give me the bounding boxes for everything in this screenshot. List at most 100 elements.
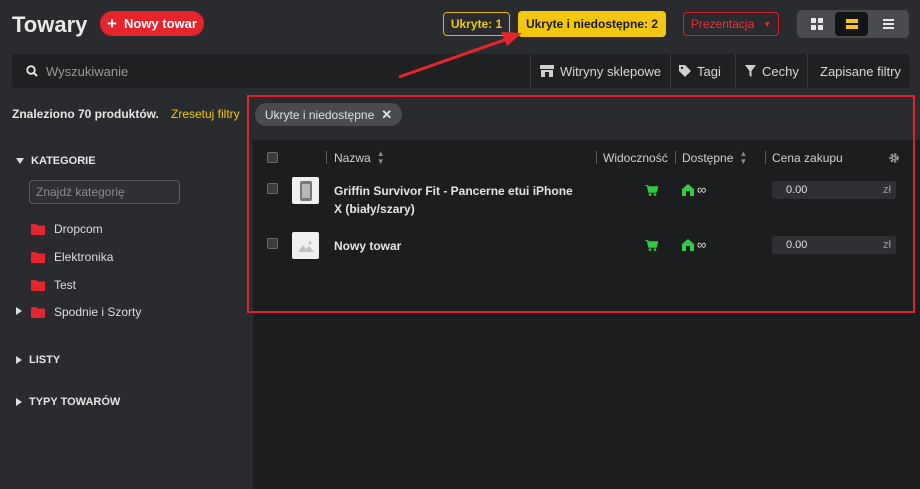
price-value: 0.00 [786,184,808,196]
availability-cell: ∞ [682,237,706,252]
tags-filter-label: Tagi [697,63,721,79]
chevron-right-icon [16,356,22,364]
sidebar-category-test[interactable]: Test [31,278,76,292]
folder-icon [31,251,45,263]
category-label: Dropcom [54,222,103,236]
category-label: Test [54,278,77,292]
product-name-link[interactable]: Nowy towar [334,237,584,255]
column-settings-button[interactable] [888,145,900,170]
toolbar-divider [735,54,736,88]
store-icon [540,65,554,77]
image-placeholder-icon [297,241,314,252]
new-product-label: Nowy towar [123,16,197,31]
presentation-label: Prezentacja [690,17,755,31]
sidebar-category-spodnie[interactable]: Spodnie i Szorty [31,305,141,319]
warehouse-icon [682,183,694,196]
presentation-dropdown[interactable]: Prezentacja ▼ [683,12,779,36]
tag-icon [679,65,691,77]
search-input[interactable] [46,63,506,79]
search-icon [26,65,38,77]
product-thumbnail[interactable] [292,177,319,204]
sort-icon: ▲ ▼ [376,148,385,166]
new-product-button[interactable]: + Nowy towar [100,11,204,36]
chevron-down-icon [16,158,24,164]
saved-filters-button[interactable]: Zapisane filtry [820,54,901,88]
sidebar-category-elektronika[interactable]: Elektronika [31,250,113,264]
caret-down-icon: ▼ [763,19,772,29]
gear-icon [889,152,899,163]
filter-funnel-icon [745,65,756,77]
category-search-input[interactable] [29,180,180,204]
column-header-name[interactable]: Nazwa ▲ ▼ [334,145,385,170]
search-box [12,54,532,88]
stores-filter-label: Witryny sklepowe [560,63,662,79]
product-name-link[interactable]: Griffin Survivor Fit - Pancerne etui iPh… [334,182,584,218]
categories-section-toggle[interactable]: KATEGORIE [16,155,96,167]
currency-label: zł [883,239,891,251]
remove-filter-icon[interactable]: ✕ [381,107,392,123]
grid-view-icon [810,18,823,30]
active-filter-chip: Ukryte i niedostępne ✕ [255,103,402,126]
cart-visible-icon [645,240,658,251]
lists-section-toggle[interactable]: LISTY [16,354,60,366]
folder-icon [31,223,45,235]
sidebar-category-dropcom[interactable]: Dropcom [31,222,103,236]
category-label: Elektronika [54,250,114,264]
toolbar-divider [530,54,531,88]
page-title: Towary [12,12,88,37]
table-header: Nazwa ▲ ▼ Widoczność Dostępne ▲ ▼ Cena zak… [253,145,910,170]
sidebar: KATEGORIE Dropcom Elektronika Test Spodn… [0,140,253,489]
product-types-section-toggle[interactable]: TYPY TOWARÓW [16,396,120,408]
availability-cell: ∞ [682,182,706,197]
toolbar-divider [670,54,671,88]
hidden-filter-button[interactable]: Ukryte: 1 [443,12,510,36]
categories-heading: KATEGORIE [31,155,96,167]
column-header-available[interactable]: Dostępne ▲ ▼ [682,145,747,170]
purchase-price-input[interactable]: 0.00 zł [772,181,896,199]
column-divider [675,151,676,164]
column-header-visibility[interactable]: Widoczność [603,145,668,170]
view-mode-switcher [797,10,909,38]
column-divider [596,151,597,164]
plus-icon: + [107,14,117,33]
select-all-checkbox[interactable] [267,145,278,170]
sort-icon: ▲ ▼ [739,148,748,166]
compact-view-button[interactable] [835,12,868,36]
folder-icon [31,306,45,318]
purchase-price-input[interactable]: 0.00 zł [772,236,896,254]
tags-filter-button[interactable]: Tagi [679,54,721,88]
cart-visible-icon [645,185,658,196]
currency-label: zł [883,184,891,196]
reset-filters-link[interactable]: Zresetuj filtry [171,107,240,121]
row-checkbox[interactable] [267,238,278,249]
table-row[interactable]: Nowy towar ∞ 0.00 zł [253,226,910,276]
list-view-icon [883,19,894,29]
toolbar-divider [807,54,808,88]
folder-icon [31,279,45,291]
hidden-unavailable-filter-button[interactable]: Ukryte i niedostępne: 2 [518,11,666,37]
product-thumbnail[interactable] [292,232,319,259]
column-available-label: Dostępne [682,150,734,165]
phone-case-image [299,180,312,201]
results-count: Znaleziono 70 produktów. [12,107,159,121]
row-checkbox[interactable] [267,183,278,194]
filter-toolbar: Witryny sklepowe Tagi Cechy Zapisane fil… [12,54,910,88]
features-filter-label: Cechy [762,63,799,79]
availability-value: ∞ [697,237,707,252]
features-filter-button[interactable]: Cechy [745,54,799,88]
column-name-label: Nazwa [334,150,371,165]
column-header-purchase-price[interactable]: Cena zakupu [772,145,843,170]
warehouse-icon [682,238,694,251]
active-filter-label: Ukryte i niedostępne [264,107,375,122]
stores-filter-button[interactable]: Witryny sklepowe [540,54,661,88]
list-view-button[interactable] [872,12,905,36]
table-row[interactable]: Griffin Survivor Fit - Pancerne etui iPh… [253,170,910,220]
availability-value: ∞ [697,182,707,197]
grid-view-button[interactable] [800,12,833,36]
lists-heading: LISTY [29,354,61,366]
expand-category-icon[interactable] [16,307,22,315]
product-types-heading: TYPY TOWARÓW [29,396,121,408]
column-divider [326,151,327,164]
column-divider [765,151,766,164]
chevron-right-icon [16,398,22,406]
